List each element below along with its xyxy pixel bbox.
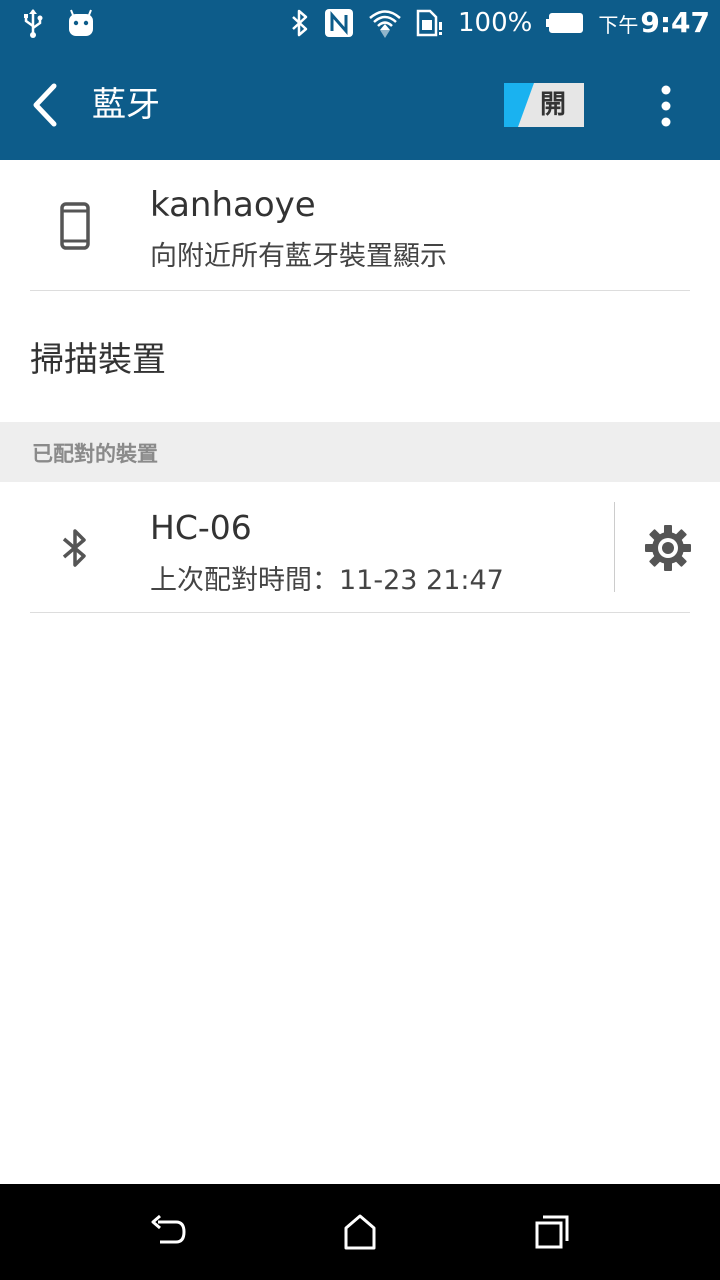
scan-devices-button[interactable]: 掃描裝置 (30, 332, 166, 381)
toggle-label: 開 (540, 90, 567, 120)
recents-icon[interactable] (532, 1212, 572, 1252)
device-name: kanhaoye (150, 185, 316, 225)
bluetooth-icon (292, 9, 308, 36)
last-paired-time: 上次配對時間：11-23 21:47 (150, 565, 504, 596)
divider (614, 502, 615, 592)
divider (30, 290, 690, 291)
android-icon (69, 9, 93, 36)
home-icon[interactable] (340, 1212, 380, 1252)
clock: 下午9:47 (598, 6, 710, 39)
usb-icon (24, 9, 43, 38)
bluetooth-toggle[interactable]: 開 (504, 83, 584, 127)
battery-percentage: 100% (458, 7, 533, 38)
clock-period: 下午 (598, 13, 639, 37)
navigation-bar (0, 1184, 720, 1280)
phone-icon (60, 202, 90, 250)
back-icon[interactable] (148, 1212, 188, 1252)
this-device-row[interactable]: kanhaoye 向附近所有藍牙裝置顯示 (0, 160, 720, 290)
paired-device-row[interactable]: HC-06 上次配對時間：11-23 21:47 (0, 482, 720, 612)
gear-icon[interactable] (644, 524, 692, 572)
back-arrow-icon[interactable] (28, 80, 68, 130)
battery-icon (546, 12, 584, 33)
more-options-icon[interactable] (656, 82, 676, 130)
divider (30, 612, 690, 613)
bluetooth-device-icon (62, 529, 86, 567)
paired-device-name: HC-06 (150, 508, 252, 547)
wifi-icon (369, 9, 401, 38)
visibility-status: 向附近所有藍牙裝置顯示 (150, 241, 447, 272)
clock-time: 9:47 (640, 6, 710, 39)
paired-devices-header: 已配對的裝置 (0, 422, 720, 482)
nfc-icon (325, 8, 353, 37)
app-bar: 藍牙 開 (0, 50, 720, 160)
page-title: 藍牙 (92, 85, 160, 125)
sim-alert-icon (416, 9, 442, 36)
status-bar: 100% 下午9:47 (0, 0, 720, 50)
section-title: 已配對的裝置 (32, 442, 158, 466)
